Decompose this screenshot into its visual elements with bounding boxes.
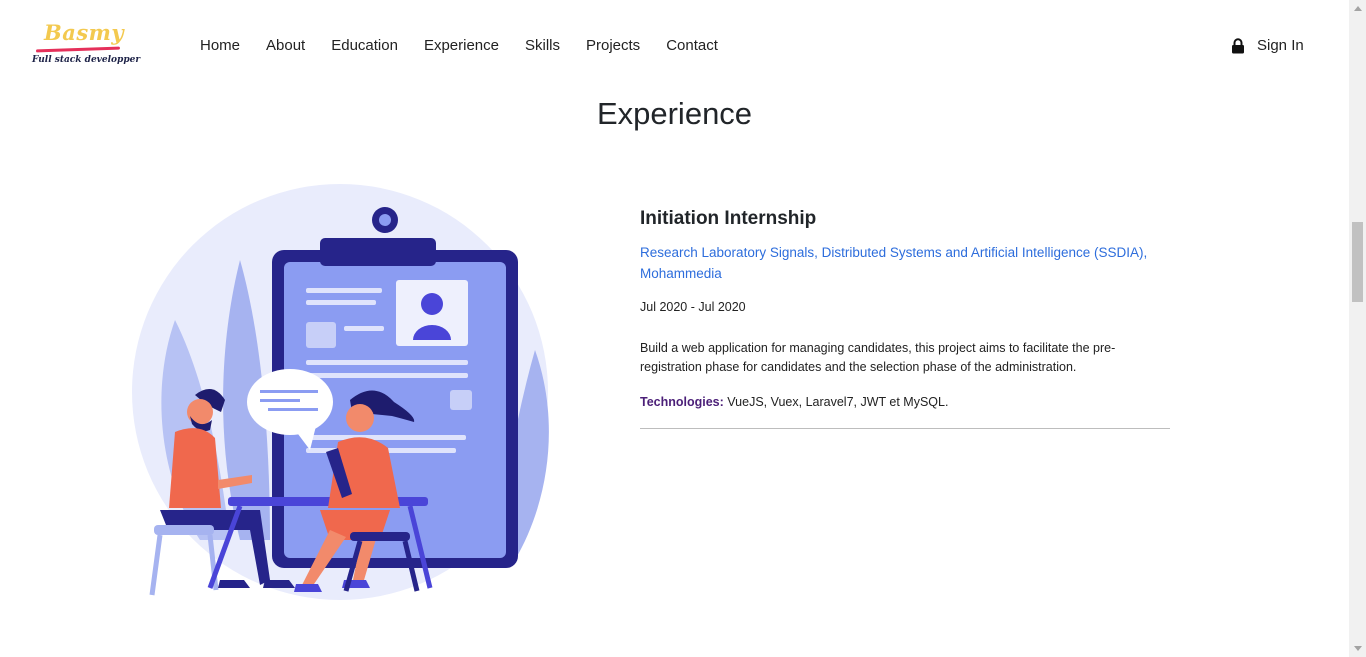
nav-about[interactable]: About: [266, 36, 305, 56]
experience-dates: Jul 2020 - Jul 2020: [640, 300, 746, 314]
interview-illustration: [132, 184, 549, 600]
experience-technologies: Technologies: VueJS, Vuex, Laravel7, JWT…: [640, 395, 1170, 409]
nav-experience[interactable]: Experience: [424, 36, 499, 56]
technologies-value: VueJS, Vuex, Laravel7, JWT et MySQL.: [723, 395, 949, 409]
nav-skills[interactable]: Skills: [525, 36, 560, 56]
section-title: Experience: [596, 96, 753, 131]
sign-in-label: Sign In: [1257, 37, 1304, 54]
nav-contact[interactable]: Contact: [666, 36, 718, 56]
experience-divider: [640, 428, 1170, 429]
technologies-label: Technologies:: [640, 395, 724, 409]
experience-organization-link[interactable]: Research Laboratory Signals, Distributed…: [640, 242, 1170, 284]
experience-card: Initiation Internship Research Laborator…: [640, 208, 1170, 429]
brand-logo[interactable]: Basmy Full stack developper: [30, 18, 140, 70]
experience-description: Build a web application for managing can…: [640, 341, 1116, 374]
main-nav: Home About Education Experience Skills P…: [200, 36, 744, 56]
sign-in-button[interactable]: Sign In: [1231, 36, 1304, 56]
nav-projects[interactable]: Projects: [586, 36, 640, 56]
logo-subtitle: Full stack developper: [32, 55, 141, 65]
scroll-up-arrow-icon[interactable]: [1349, 0, 1366, 17]
nav-education[interactable]: Education: [331, 36, 398, 56]
vertical-scrollbar[interactable]: [1349, 0, 1366, 657]
logo-underline: [35, 46, 121, 53]
scroll-down-arrow-icon[interactable]: [1349, 640, 1366, 657]
page: Basmy Full stack developper Home About E…: [0, 0, 1349, 657]
lock-icon: [1232, 38, 1244, 54]
scrollbar-thumb[interactable]: [1352, 222, 1363, 302]
experience-title: Initiation Internship: [640, 208, 817, 229]
nav-home[interactable]: Home: [200, 36, 240, 56]
logo-title: Basmy: [44, 20, 125, 45]
